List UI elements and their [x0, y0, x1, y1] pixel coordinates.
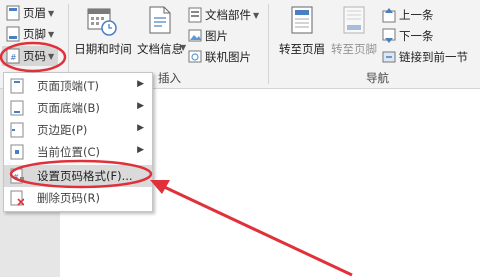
annotation-arrow-shaft: [159, 183, 353, 277]
annotation-overlay: [0, 41, 353, 277]
highlight-circle-format-item: [9, 159, 153, 189]
highlight-circle-page-number: [0, 41, 67, 73]
